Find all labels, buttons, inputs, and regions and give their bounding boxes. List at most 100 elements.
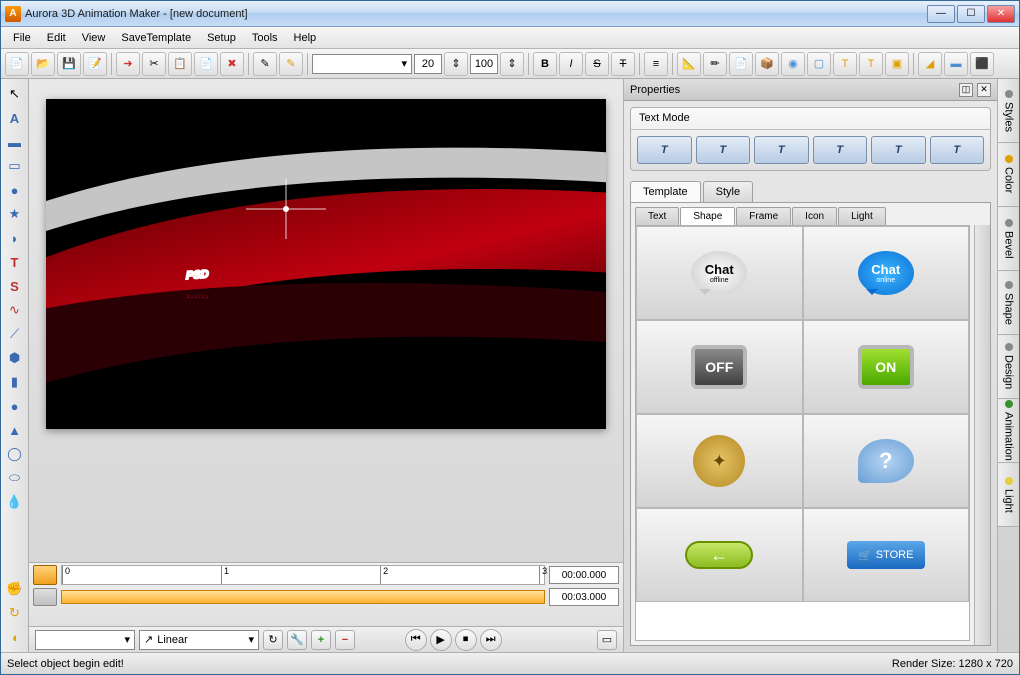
shape6-button[interactable]: ▢: [807, 52, 831, 76]
refresh-button[interactable]: ↻: [263, 630, 283, 650]
3dtext-s-tool[interactable]: S: [4, 275, 26, 297]
subtab-light[interactable]: Light: [838, 207, 886, 225]
text-mode-3[interactable]: T: [754, 136, 809, 164]
cone-tool[interactable]: ▲: [4, 419, 26, 441]
sidetab-animation[interactable]: Animation: [998, 399, 1019, 463]
menu-help[interactable]: Help: [286, 29, 325, 47]
hand-tool[interactable]: ✊: [4, 578, 26, 600]
3dtext-t-tool[interactable]: T: [4, 251, 26, 273]
size1-stepper[interactable]: ⇕: [444, 52, 468, 76]
export-button[interactable]: ➜: [116, 52, 140, 76]
text-mode-2[interactable]: T: [696, 136, 751, 164]
drop-tool[interactable]: 💧: [4, 491, 26, 513]
roundrect-tool[interactable]: ▭: [4, 155, 26, 177]
goto-start-button[interactable]: ⏮: [405, 629, 427, 651]
shape1-button[interactable]: 📐: [677, 52, 701, 76]
shape-seal[interactable]: ✦: [636, 414, 803, 508]
play-button[interactable]: ▶: [430, 629, 452, 651]
tab-template[interactable]: Template: [630, 181, 701, 202]
text-mode-1[interactable]: T: [637, 136, 692, 164]
shape-scrollbar[interactable]: [974, 225, 990, 645]
font-size-2[interactable]: [470, 54, 498, 74]
font-size-1[interactable]: [414, 54, 442, 74]
menu-setup[interactable]: Setup: [199, 29, 244, 47]
shape-chat-offline[interactable]: Chatoffline: [636, 226, 803, 320]
redo-button[interactable]: ✎: [279, 52, 303, 76]
shape-question[interactable]: ?: [803, 414, 970, 508]
delete-button[interactable]: ✖: [220, 52, 244, 76]
settings-button[interactable]: 🔧: [287, 630, 307, 650]
shape-arrow-pill[interactable]: ←: [636, 508, 803, 602]
save-button[interactable]: 💾: [57, 52, 81, 76]
text-mode-4[interactable]: T: [813, 136, 868, 164]
arc-tool[interactable]: ◗: [4, 227, 26, 249]
copy-button[interactable]: 📋: [168, 52, 192, 76]
saveas-button[interactable]: 📝: [83, 52, 107, 76]
line-tool[interactable]: ⟋: [4, 323, 26, 345]
sidetab-bevel[interactable]: Bevel: [998, 207, 1019, 271]
strike-button[interactable]: S: [585, 52, 609, 76]
tube-tool[interactable]: ⬭: [4, 467, 26, 489]
maximize-button[interactable]: ☐: [957, 5, 985, 23]
shape7-button[interactable]: T: [833, 52, 857, 76]
align-button[interactable]: ≡: [644, 52, 668, 76]
subtab-shape[interactable]: Shape: [680, 207, 735, 225]
text-tool[interactable]: A: [4, 107, 26, 129]
menu-file[interactable]: File: [5, 29, 39, 47]
track-toggle[interactable]: [33, 588, 57, 606]
shape12-button[interactable]: ⬛: [970, 52, 994, 76]
italic-button[interactable]: I: [559, 52, 583, 76]
shape-off-button[interactable]: OFF: [636, 320, 803, 414]
shape9-button[interactable]: ▣: [885, 52, 909, 76]
font-select[interactable]: ▾: [312, 54, 412, 74]
menu-view[interactable]: View: [74, 29, 114, 47]
pacman-tool[interactable]: ◖: [4, 626, 26, 648]
shape5-button[interactable]: ◉: [781, 52, 805, 76]
sidetab-light[interactable]: Light: [998, 463, 1019, 527]
undo-button[interactable]: ✎: [253, 52, 277, 76]
timeline-track[interactable]: [61, 590, 545, 604]
shape2-button[interactable]: ✏: [703, 52, 727, 76]
curve-tool[interactable]: ∿: [4, 299, 26, 321]
menu-tools[interactable]: Tools: [244, 29, 286, 47]
sidetab-design[interactable]: Design: [998, 335, 1019, 399]
subtab-text[interactable]: Text: [635, 207, 679, 225]
timeline-ruler[interactable]: 0 1 2 3: [61, 565, 545, 585]
shape10-button[interactable]: ◢: [918, 52, 942, 76]
sidetab-shape[interactable]: Shape: [998, 271, 1019, 335]
panel-float-button[interactable]: ◫: [959, 83, 973, 97]
canvas[interactable]: PSD PSD: [46, 99, 606, 429]
bold-button[interactable]: B: [533, 52, 557, 76]
close-button[interactable]: ✕: [987, 5, 1015, 23]
shape4-button[interactable]: 📦: [755, 52, 779, 76]
shape11-button[interactable]: ▬: [944, 52, 968, 76]
text-mode-6[interactable]: T: [930, 136, 985, 164]
cut-button[interactable]: ✂: [142, 52, 166, 76]
rect-tool[interactable]: ▬: [4, 131, 26, 153]
size2-stepper[interactable]: ⇕: [500, 52, 524, 76]
tab-style[interactable]: Style: [703, 181, 753, 202]
ellipse-tool[interactable]: ●: [4, 179, 26, 201]
torus-tool[interactable]: ◯: [4, 443, 26, 465]
shape3-button[interactable]: 📄: [729, 52, 753, 76]
add-key-button[interactable]: +: [311, 630, 331, 650]
loop-button[interactable]: ▭: [597, 630, 617, 650]
object-combo[interactable]: ▾: [35, 630, 135, 650]
stop-button[interactable]: ⏹: [455, 629, 477, 651]
new-button[interactable]: 📄: [5, 52, 29, 76]
sidetab-styles[interactable]: Styles: [998, 79, 1019, 143]
sidetab-color[interactable]: Color: [998, 143, 1019, 207]
sphere-tool[interactable]: ●: [4, 395, 26, 417]
menu-savetemplate[interactable]: SaveTemplate: [113, 29, 199, 47]
remove-key-button[interactable]: −: [335, 630, 355, 650]
rotate-tool[interactable]: ↻: [4, 602, 26, 624]
open-button[interactable]: 📂: [31, 52, 55, 76]
shape-on-button[interactable]: ON: [803, 320, 970, 414]
text-mode-5[interactable]: T: [871, 136, 926, 164]
subtab-frame[interactable]: Frame: [736, 207, 791, 225]
strike2-button[interactable]: T: [611, 52, 635, 76]
paste-button[interactable]: 📄: [194, 52, 218, 76]
menu-edit[interactable]: Edit: [39, 29, 74, 47]
panel-close-button[interactable]: ✕: [977, 83, 991, 97]
pointer-tool[interactable]: ↖: [4, 83, 26, 105]
